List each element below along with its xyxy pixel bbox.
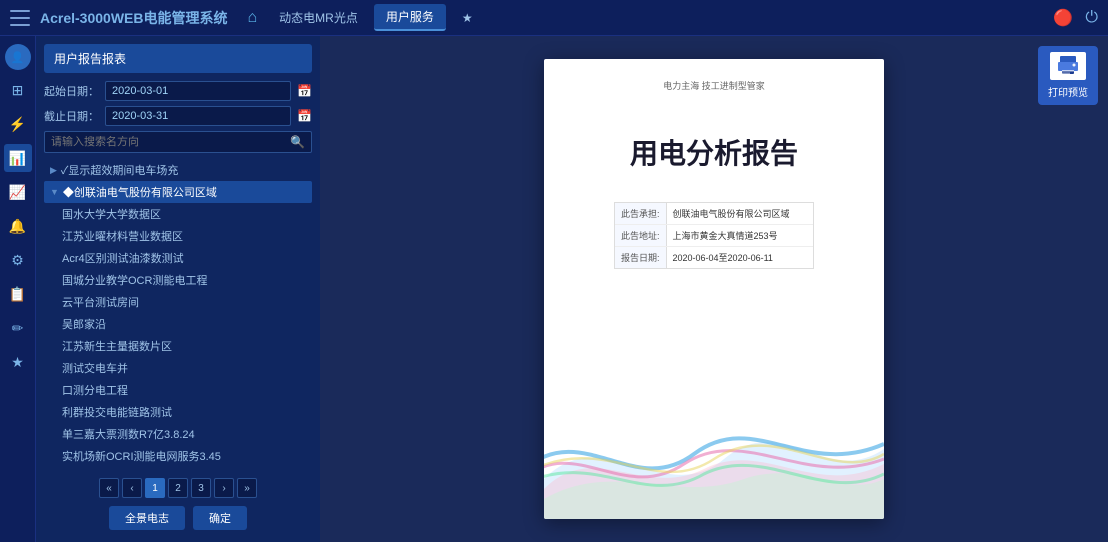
search-icon[interactable]: 🔍 — [290, 135, 305, 149]
tree-list: ▶ ✓显示超效期间电车场充 ▼ ◆创联油电气股份有限公司区域 国水大学大学数据区… — [44, 159, 312, 472]
power-icon[interactable]: ⏻ — [1085, 9, 1098, 27]
tree-item-6[interactable]: 云平台测试房间 — [44, 291, 312, 313]
end-date-row: 截止日期： 📅 — [44, 106, 312, 126]
tree-arrow-0: ▶ — [50, 165, 57, 176]
print-icon-area — [1050, 52, 1086, 80]
wave-decoration — [544, 399, 884, 519]
page-1[interactable]: 1 — [145, 478, 165, 498]
panel-header: 用户报告报表 — [44, 44, 312, 73]
alert-icon[interactable]: 🔴 — [1053, 8, 1073, 28]
tree-label-7: 吴郎家沿 — [62, 316, 106, 332]
end-date-input[interactable] — [105, 106, 291, 126]
nav-item-0[interactable]: 动态电MR光点 — [267, 5, 370, 30]
sidebar-icon-list[interactable]: 📋 — [4, 280, 32, 308]
doc-info-row-0: 此告承担: 创联油电气股份有限公司区域 — [615, 203, 813, 225]
pagination: « ‹ 1 2 3 › » — [44, 472, 312, 502]
sidebar-icon-lightning[interactable]: ⚡ — [4, 110, 32, 138]
doc-info-value-1: 上海市黄金大真情道253号 — [667, 225, 813, 246]
doc-info-row-2: 报告日期: 2020-06-04至2020-06-11 — [615, 247, 813, 268]
sidebar-icons: 👤 ⊞ ⚡ 📊 📈 🔔 ⚙ 📋 ✏ ★ — [0, 36, 36, 542]
main-layout: 👤 ⊞ ⚡ 📊 📈 🔔 ⚙ 📋 ✏ ★ 用户报告报表 起始日期： 📅 截止日期：… — [0, 36, 1108, 542]
tree-arrow-1: ▼ — [50, 187, 59, 197]
doc-main-title: 用电分析报告 — [564, 132, 864, 172]
sidebar-icon-tools[interactable]: ⚙ — [4, 246, 32, 274]
tree-label-4: Acr4区别测试油漆数测试 — [62, 250, 184, 266]
tree-item-5[interactable]: 国城分业教学OCR测能电工程 — [44, 269, 312, 291]
search-input[interactable] — [51, 136, 290, 148]
sidebar-icon-edit[interactable]: ✏ — [4, 314, 32, 342]
search-row: 🔍 — [44, 131, 312, 153]
page-last[interactable]: » — [237, 478, 257, 498]
sidebar-icon-bell[interactable]: 🔔 — [4, 212, 32, 240]
doc-info-row-1: 此告地址: 上海市黄金大真情道253号 — [615, 225, 813, 247]
tree-label-5: 国城分业教学OCR测能电工程 — [62, 272, 207, 288]
sidebar-icon-star[interactable]: ★ — [4, 348, 32, 376]
sidebar-icon-grid[interactable]: ⊞ — [4, 76, 32, 104]
page-first[interactable]: « — [99, 478, 119, 498]
print-icon — [1056, 56, 1080, 76]
tree-label-10: 口测分电工程 — [62, 382, 128, 398]
tree-item-12[interactable]: 单三嘉大票测数R7亿3.8.24 — [44, 423, 312, 445]
tree-label-6: 云平台测试房间 — [62, 294, 139, 310]
doc-info-label-2: 报告日期: — [615, 247, 667, 268]
start-date-label: 起始日期： — [44, 83, 99, 99]
tree-item-9[interactable]: 测试交电车并 — [44, 357, 312, 379]
tree-label-11: 利群投交电能链路测试 — [62, 404, 172, 420]
doc-top-text: 电力主海 技工进制型管家 — [564, 79, 864, 92]
tree-label-8: 江苏新生主量据数片区 — [62, 338, 172, 354]
page-next[interactable]: › — [214, 478, 234, 498]
start-cal-icon[interactable]: 📅 — [297, 84, 312, 98]
doc-info-label-1: 此告地址: — [615, 225, 667, 246]
print-label: 打印预览 — [1048, 84, 1088, 99]
end-date-label: 截止日期： — [44, 108, 99, 124]
app-title: Acrel-3000WEB电能管理系统 — [40, 8, 228, 28]
avatar[interactable]: 👤 — [5, 44, 31, 70]
end-cal-icon[interactable]: 📅 — [297, 109, 312, 123]
menu-icon[interactable] — [10, 10, 30, 26]
tree-item-11[interactable]: 利群投交电能链路测试 — [44, 401, 312, 423]
select-all-button[interactable]: 全景电志 — [109, 506, 185, 530]
bottom-buttons: 全景电志 确定 — [44, 502, 312, 534]
print-panel[interactable]: 打印预览 — [1038, 46, 1098, 105]
doc-preview: 电力主海 技工进制型管家 用电分析报告 此告承担: 创联油电气股份有限公司区域 … — [320, 36, 1108, 542]
tree-item-1[interactable]: ▼ ◆创联油电气股份有限公司区域 — [44, 181, 312, 203]
page-prev[interactable]: ‹ — [122, 478, 142, 498]
start-date-input[interactable] — [105, 81, 291, 101]
start-date-row: 起始日期： 📅 — [44, 81, 312, 101]
tree-item-4[interactable]: Acr4区别测试油漆数测试 — [44, 247, 312, 269]
confirm-button[interactable]: 确定 — [193, 506, 247, 530]
sidebar-icon-chart[interactable]: 📊 — [4, 144, 32, 172]
doc-info-table: 此告承担: 创联油电气股份有限公司区域 此告地址: 上海市黄金大真情道253号 … — [614, 202, 814, 269]
tree-item-7[interactable]: 吴郎家沿 — [44, 313, 312, 335]
home-icon[interactable]: ⌂ — [248, 9, 258, 27]
tree-item-13[interactable]: 实机场新OCRI测能电网服务3.45 — [44, 445, 312, 467]
tree-item-8[interactable]: 江苏新生主量据数片区 — [44, 335, 312, 357]
tree-label-1: ◆创联油电气股份有限公司区域 — [63, 184, 217, 200]
doc-paper: 电力主海 技工进制型管家 用电分析报告 此告承担: 创联油电气股份有限公司区域 … — [544, 59, 884, 519]
doc-info-value-2: 2020-06-04至2020-06-11 — [667, 247, 813, 268]
page-2[interactable]: 2 — [168, 478, 188, 498]
right-content: 电力主海 技工进制型管家 用电分析报告 此告承担: 创联油电气股份有限公司区域 … — [320, 36, 1108, 542]
topbar: Acrel-3000WEB电能管理系统 ⌂ 动态电MR光点 用户服务 ★ 🔴 ⏻ — [0, 0, 1108, 36]
tree-item-2[interactable]: 国水大学大学数据区 — [44, 203, 312, 225]
doc-info-label-0: 此告承担: — [615, 203, 667, 224]
tree-label-3: 江苏业曜材料营业数据区 — [62, 228, 183, 244]
nav-item-2[interactable]: ★ — [450, 7, 485, 29]
tree-label-2: 国水大学大学数据区 — [62, 206, 161, 222]
tree-label-12: 单三嘉大票测数R7亿3.8.24 — [62, 426, 195, 442]
tree-label-9: 测试交电车并 — [62, 360, 128, 376]
sidebar-icon-trend[interactable]: 📈 — [4, 178, 32, 206]
topbar-right: 🔴 ⏻ — [1053, 8, 1098, 28]
tree-item-3[interactable]: 江苏业曜材料营业数据区 — [44, 225, 312, 247]
tree-item-10[interactable]: 口测分电工程 — [44, 379, 312, 401]
tree-item-0[interactable]: ▶ ✓显示超效期间电车场充 — [44, 159, 312, 181]
page-3[interactable]: 3 — [191, 478, 211, 498]
tree-label-0: ✓显示超效期间电车场充 — [61, 162, 179, 178]
left-panel: 用户报告报表 起始日期： 📅 截止日期： 📅 🔍 ▶ ✓显示超效期间电车场充 ▼… — [36, 36, 320, 542]
topbar-nav: 动态电MR光点 用户服务 ★ — [267, 4, 1053, 31]
doc-info-value-0: 创联油电气股份有限公司区域 — [667, 203, 813, 224]
tree-label-13: 实机场新OCRI测能电网服务3.45 — [62, 448, 221, 464]
nav-item-1[interactable]: 用户服务 — [374, 4, 446, 31]
